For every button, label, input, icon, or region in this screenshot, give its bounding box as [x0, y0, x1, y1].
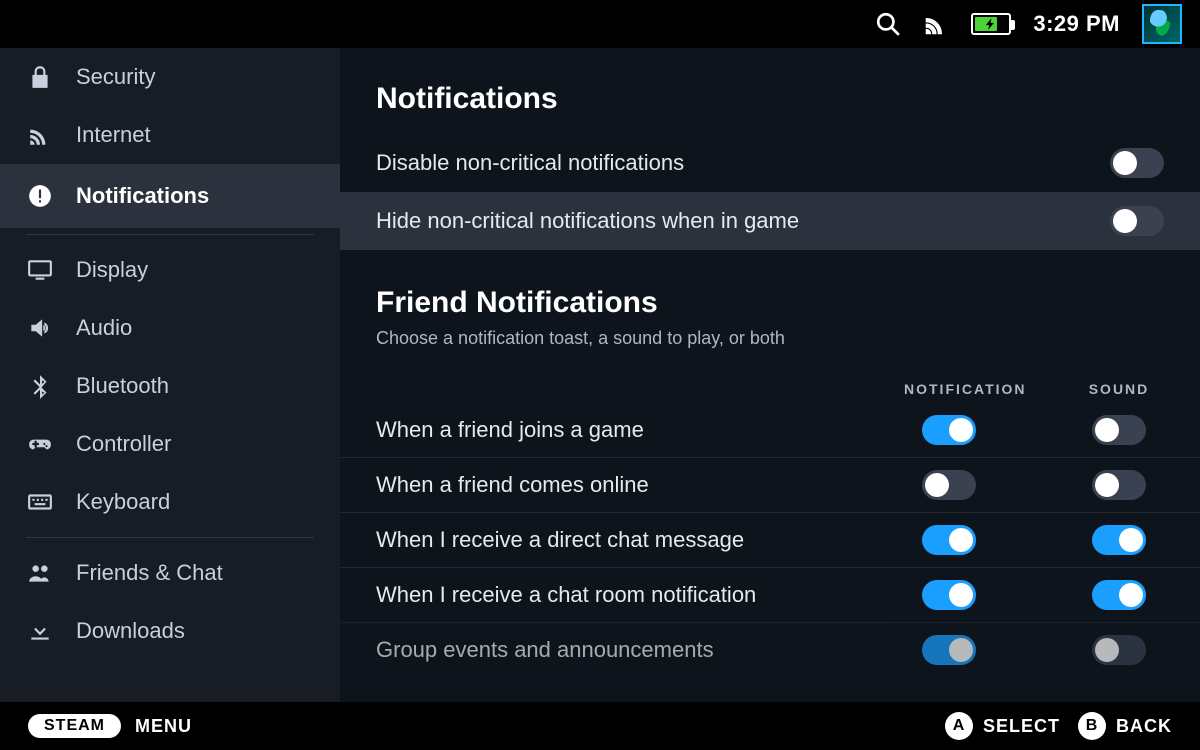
sidebar-item-downloads[interactable]: Downloads — [0, 602, 340, 660]
sidebar-item-label: Display — [76, 257, 148, 283]
friends-icon — [26, 559, 54, 587]
speaker-icon — [26, 314, 54, 342]
download-icon — [26, 617, 54, 645]
notification-switch[interactable] — [922, 470, 976, 500]
keyboard-icon — [26, 488, 54, 516]
friend-row-label: When a friend comes online — [376, 472, 904, 498]
friend-row-friend-joins-game[interactable]: When a friend joins a game — [340, 403, 1200, 457]
col-header-sound: SOUND — [1074, 381, 1164, 397]
friend-row-label: When I receive a direct chat message — [376, 527, 904, 553]
main-panel: Notifications Disable non-critical notif… — [340, 48, 1200, 702]
notification-switch[interactable] — [922, 525, 976, 555]
friend-row-label: When a friend joins a game — [376, 417, 904, 443]
sound-switch[interactable] — [1092, 415, 1146, 445]
notification-switch[interactable] — [922, 580, 976, 610]
friend-row-friend-online[interactable]: When a friend comes online — [340, 457, 1200, 512]
select-label: SELECT — [983, 716, 1060, 737]
sidebar-item-label: Downloads — [76, 618, 185, 644]
sidebar-item-keyboard[interactable]: Keyboard — [0, 473, 340, 531]
toggle-hide-noncritical-ingame[interactable]: Hide non-critical notifications when in … — [340, 192, 1200, 250]
col-header-notification: NOTIFICATION — [904, 381, 994, 397]
friend-row-direct-chat[interactable]: When I receive a direct chat message — [340, 512, 1200, 567]
sidebar-item-friends[interactable]: Friends & Chat — [0, 544, 340, 602]
steam-button[interactable]: STEAM — [28, 714, 121, 738]
alert-icon — [26, 182, 54, 210]
back-label: BACK — [1116, 716, 1172, 737]
sidebar-item-security[interactable]: Security — [0, 48, 340, 106]
toggle-switch[interactable] — [1110, 148, 1164, 178]
friend-row-label: Group events and announcements — [376, 637, 904, 663]
sidebar-separator — [26, 234, 314, 235]
sidebar-item-label: Internet — [76, 122, 151, 148]
sound-switch[interactable] — [1092, 635, 1146, 665]
page-title: Notifications — [340, 82, 1200, 134]
sidebar-item-label: Bluetooth — [76, 373, 169, 399]
select-hint: A SELECT — [945, 712, 1060, 740]
toggle-label: Hide non-critical notifications when in … — [376, 208, 799, 234]
battery-icon — [971, 13, 1011, 35]
clock: 3:29 PM — [1033, 11, 1120, 37]
sound-switch[interactable] — [1092, 470, 1146, 500]
sidebar-item-notifications[interactable]: Notifications — [0, 164, 340, 228]
wifi-icon — [26, 121, 54, 149]
menu-label: MENU — [135, 716, 192, 737]
sidebar-item-label: Security — [76, 64, 155, 90]
friend-table-header: NOTIFICATION SOUND — [340, 367, 1200, 403]
gamepad-icon — [26, 430, 54, 458]
avatar[interactable] — [1142, 4, 1182, 44]
sidebar-item-label: Friends & Chat — [76, 560, 223, 586]
section-subtitle: Choose a notification toast, a sound to … — [340, 328, 1200, 367]
sidebar-item-bluetooth[interactable]: Bluetooth — [0, 357, 340, 415]
sidebar-item-internet[interactable]: Internet — [0, 106, 340, 164]
sound-switch[interactable] — [1092, 580, 1146, 610]
bluetooth-icon — [26, 372, 54, 400]
notification-switch[interactable] — [922, 415, 976, 445]
sidebar-item-label: Controller — [76, 431, 171, 457]
notification-switch[interactable] — [922, 635, 976, 665]
bottom-bar: STEAM MENU A SELECT B BACK — [0, 702, 1200, 750]
friend-row-group-events[interactable]: Group events and announcements — [340, 622, 1200, 677]
sidebar-separator — [26, 537, 314, 538]
sidebar-item-label: Notifications — [76, 183, 209, 209]
status-bar: 3:29 PM — [0, 0, 1200, 48]
sound-switch[interactable] — [1092, 525, 1146, 555]
monitor-icon — [26, 256, 54, 284]
sidebar-item-label: Keyboard — [76, 489, 170, 515]
sidebar-item-controller[interactable]: Controller — [0, 415, 340, 473]
lock-icon — [26, 63, 54, 91]
sidebar-item-display[interactable]: Display — [0, 241, 340, 299]
friend-row-label: When I receive a chat room notification — [376, 582, 904, 608]
back-hint: B BACK — [1078, 712, 1172, 740]
cast-icon[interactable] — [923, 11, 949, 37]
sidebar-item-label: Audio — [76, 315, 132, 341]
toggle-label: Disable non-critical notifications — [376, 150, 684, 176]
toggle-switch[interactable] — [1110, 206, 1164, 236]
friend-row-chatroom-notify[interactable]: When I receive a chat room notification — [340, 567, 1200, 622]
toggle-disable-noncritical[interactable]: Disable non-critical notifications — [340, 134, 1200, 192]
section-title-friend-notifications: Friend Notifications — [340, 250, 1200, 328]
a-button-icon: A — [945, 712, 973, 740]
settings-sidebar: Security Internet Notifications Display … — [0, 48, 340, 702]
b-button-icon: B — [1078, 712, 1106, 740]
search-icon[interactable] — [875, 11, 901, 37]
sidebar-item-audio[interactable]: Audio — [0, 299, 340, 357]
